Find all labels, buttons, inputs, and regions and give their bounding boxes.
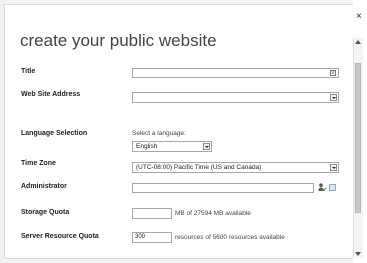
close-icon[interactable]: ×: [356, 12, 362, 22]
chevron-down-icon[interactable]: [203, 143, 210, 150]
time-zone-selected-value: (UTC-08:00) Pacific Time (US and Canada): [136, 164, 262, 171]
storage-quota-label: Storage Quota: [21, 209, 70, 216]
administrator-input[interactable]: [132, 183, 314, 193]
title-input[interactable]: ≡: [132, 68, 339, 78]
server-resource-quota-input[interactable]: 300: [132, 232, 172, 243]
language-select[interactable]: English: [132, 141, 212, 152]
scroll-up-icon[interactable]: [355, 40, 361, 44]
vertical-scrollbar[interactable]: [353, 38, 363, 258]
web-site-address-label: Web Site Address: [21, 91, 81, 98]
text-format-icon[interactable]: ≡: [330, 70, 336, 76]
address-book-icon[interactable]: [329, 184, 336, 191]
dialog-title: create your public website: [20, 31, 217, 50]
chevron-down-icon[interactable]: [330, 164, 337, 171]
server-resource-quota-label: Server Resource Quota: [21, 233, 99, 240]
administrator-label: Administrator: [21, 183, 67, 190]
window-frame-left: [0, 0, 5, 263]
time-zone-label: Time Zone: [21, 160, 56, 167]
title-label: Title: [21, 68, 36, 75]
check-names-icon[interactable]: [318, 183, 326, 192]
language-selection-label: Language Selection: [21, 130, 88, 137]
create-site-dialog: × create your public website Title ≡ Web…: [0, 0, 367, 263]
storage-quota-suffix: MB of 27594 MB available: [175, 210, 251, 217]
scroll-down-icon[interactable]: [355, 252, 361, 256]
server-resource-quota-suffix: resources of 5600 resources available: [175, 234, 285, 241]
storage-quota-input[interactable]: [132, 208, 172, 219]
chevron-down-icon[interactable]: [330, 94, 337, 101]
server-resource-quota-value: 300: [135, 234, 146, 240]
web-site-address-select[interactable]: [132, 92, 339, 103]
time-zone-select[interactable]: (UTC-08:00) Pacific Time (US and Canada): [132, 162, 339, 173]
scroll-thumb[interactable]: [355, 63, 361, 213]
language-selected-value: English: [136, 143, 158, 150]
window-frame-top: [4, 0, 353, 5]
language-hint: Select a language:: [132, 130, 186, 137]
window-frame-bottom: [4, 258, 353, 263]
